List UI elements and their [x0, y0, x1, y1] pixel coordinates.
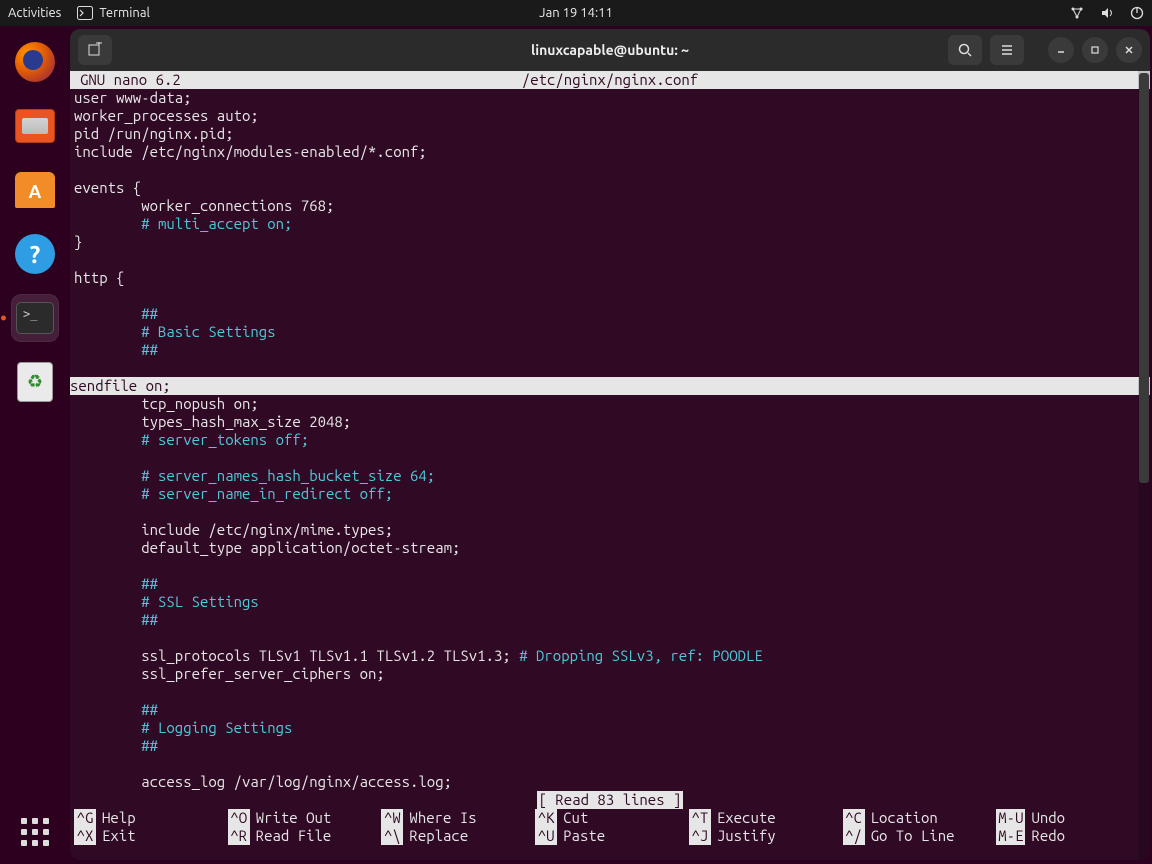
code-line[interactable]: # server_names_hash_bucket_size 64;	[70, 467, 1150, 485]
ubuntu-dock: ? >_	[0, 26, 70, 864]
minimize-button[interactable]	[1048, 37, 1074, 63]
code-line[interactable]	[70, 161, 1150, 179]
code-line[interactable]	[70, 503, 1150, 521]
shortcut-replace: ^\Replace	[381, 827, 535, 845]
app-menu[interactable]: Terminal	[77, 6, 150, 20]
titlebar: linuxcapable@ubuntu: ~	[70, 29, 1150, 71]
code-line[interactable]: http {	[70, 269, 1150, 287]
code-line[interactable]: ##	[70, 341, 1150, 359]
code-area-after[interactable]: tcp_nopush on; types_hash_max_size 2048;…	[70, 395, 1150, 791]
nano-shortcuts: ^GHelp^OWrite Out^WWhere Is^KCut^TExecut…	[70, 809, 1150, 845]
code-line[interactable]: # SSL Settings	[70, 593, 1150, 611]
network-icon[interactable]	[1070, 6, 1086, 20]
nano-filepath: /etc/nginx/nginx.conf	[522, 71, 698, 89]
close-button[interactable]	[1116, 37, 1142, 63]
code-line[interactable]: tcp_nopush on;	[70, 395, 1150, 413]
code-line[interactable]: types_hash_max_size 2048;	[70, 413, 1150, 431]
window-title: linuxcapable@ubuntu: ~	[531, 42, 689, 58]
code-line[interactable]	[70, 359, 1150, 377]
code-line[interactable]: events {	[70, 179, 1150, 197]
code-line[interactable]: worker_connections 768;	[70, 197, 1150, 215]
terminal-window: linuxcapable@ubuntu: ~ GNU nano 6.2 /etc…	[70, 29, 1150, 860]
cursor-line[interactable]: sendfile on;	[70, 377, 1150, 395]
files-icon	[15, 109, 55, 143]
code-line[interactable]	[70, 251, 1150, 269]
new-tab-button[interactable]	[78, 35, 112, 65]
code-line[interactable]	[70, 755, 1150, 773]
shortcut-where-is: ^WWhere Is	[381, 809, 535, 827]
code-line[interactable]	[70, 683, 1150, 701]
code-line[interactable]: pid /run/nginx.pid;	[70, 125, 1150, 143]
code-line[interactable]: include /etc/nginx/modules-enabled/*.con…	[70, 143, 1150, 161]
code-line[interactable]: # Logging Settings	[70, 719, 1150, 737]
volume-icon[interactable]	[1100, 6, 1116, 20]
gnome-top-panel: Activities Terminal Jan 19 14:11	[0, 0, 1152, 26]
shortcut-help: ^GHelp	[74, 809, 228, 827]
software-icon	[15, 172, 55, 208]
scrollbar[interactable]	[1138, 71, 1150, 860]
code-line[interactable]: }	[70, 233, 1150, 251]
code-line[interactable]: ##	[70, 737, 1150, 755]
shortcut-write-out: ^OWrite Out	[228, 809, 382, 827]
shortcut-justify: ^JJustify	[689, 827, 843, 845]
code-line[interactable]	[70, 557, 1150, 575]
shortcut-execute: ^TExecute	[689, 809, 843, 827]
dock-files[interactable]	[11, 102, 59, 150]
code-area-before[interactable]: user www-data;worker_processes auto;pid …	[70, 89, 1150, 377]
code-line[interactable]: # server_name_in_redirect off;	[70, 485, 1150, 503]
code-line[interactable]: ##	[70, 575, 1150, 593]
shortcut-exit: ^XExit	[74, 827, 228, 845]
dock-software[interactable]	[11, 166, 59, 214]
code-line[interactable]: user www-data;	[70, 89, 1150, 107]
dock-terminal[interactable]: >_	[11, 294, 59, 342]
shortcut-location: ^CLocation	[843, 809, 997, 827]
search-button[interactable]	[948, 35, 982, 65]
apps-grid-icon	[21, 818, 49, 846]
code-line[interactable]: worker_processes auto;	[70, 107, 1150, 125]
code-line[interactable]: # server_tokens off;	[70, 431, 1150, 449]
app-menu-label: Terminal	[99, 6, 150, 20]
clock[interactable]: Jan 19 14:11	[539, 6, 613, 20]
code-line[interactable]	[70, 629, 1150, 647]
scrollbar-thumb[interactable]	[1139, 73, 1149, 483]
dock-firefox[interactable]	[11, 38, 59, 86]
power-icon[interactable]	[1130, 6, 1144, 20]
shortcut-cut: ^KCut	[535, 809, 689, 827]
maximize-button[interactable]	[1082, 37, 1108, 63]
nano-status: [ Read 83 lines ]	[70, 791, 1150, 809]
shortcut-go-to-line: ^/Go To Line	[843, 827, 997, 845]
nano-editor[interactable]: GNU nano 6.2 /etc/nginx/nginx.conf user …	[70, 71, 1150, 860]
code-line[interactable]: access_log /var/log/nginx/access.log;	[70, 773, 1150, 791]
help-icon: ?	[15, 234, 55, 274]
activities-button[interactable]: Activities	[8, 6, 61, 20]
code-line[interactable]	[70, 449, 1150, 467]
code-line[interactable]: include /etc/nginx/mime.types;	[70, 521, 1150, 539]
dock-trash[interactable]	[11, 358, 59, 406]
shortcut-read-file: ^RRead File	[228, 827, 382, 845]
terminal-app-icon: >_	[16, 302, 54, 334]
hamburger-menu-button[interactable]	[990, 35, 1024, 65]
code-line[interactable]: ##	[70, 701, 1150, 719]
terminal-indicator-icon	[77, 6, 93, 20]
show-applications-button[interactable]	[0, 818, 70, 846]
code-line[interactable]: ##	[70, 305, 1150, 323]
firefox-icon	[15, 42, 55, 82]
shortcut-redo: M-ERedo	[996, 827, 1150, 845]
trash-icon	[17, 362, 53, 402]
code-line[interactable]: ##	[70, 611, 1150, 629]
code-line[interactable]	[70, 287, 1150, 305]
code-line[interactable]: ssl_prefer_server_ciphers on;	[70, 665, 1150, 683]
shortcut-undo: M-UUndo	[996, 809, 1150, 827]
nano-version: GNU nano 6.2	[70, 71, 181, 89]
shortcut-paste: ^UPaste	[535, 827, 689, 845]
nano-titlebar: GNU nano 6.2 /etc/nginx/nginx.conf	[70, 71, 1150, 89]
dock-help[interactable]: ?	[11, 230, 59, 278]
code-line[interactable]: # multi_accept on;	[70, 215, 1150, 233]
code-line[interactable]: ssl_protocols TLSv1 TLSv1.1 TLSv1.2 TLSv…	[70, 647, 1150, 665]
code-line[interactable]: # Basic Settings	[70, 323, 1150, 341]
code-line[interactable]: default_type application/octet-stream;	[70, 539, 1150, 557]
